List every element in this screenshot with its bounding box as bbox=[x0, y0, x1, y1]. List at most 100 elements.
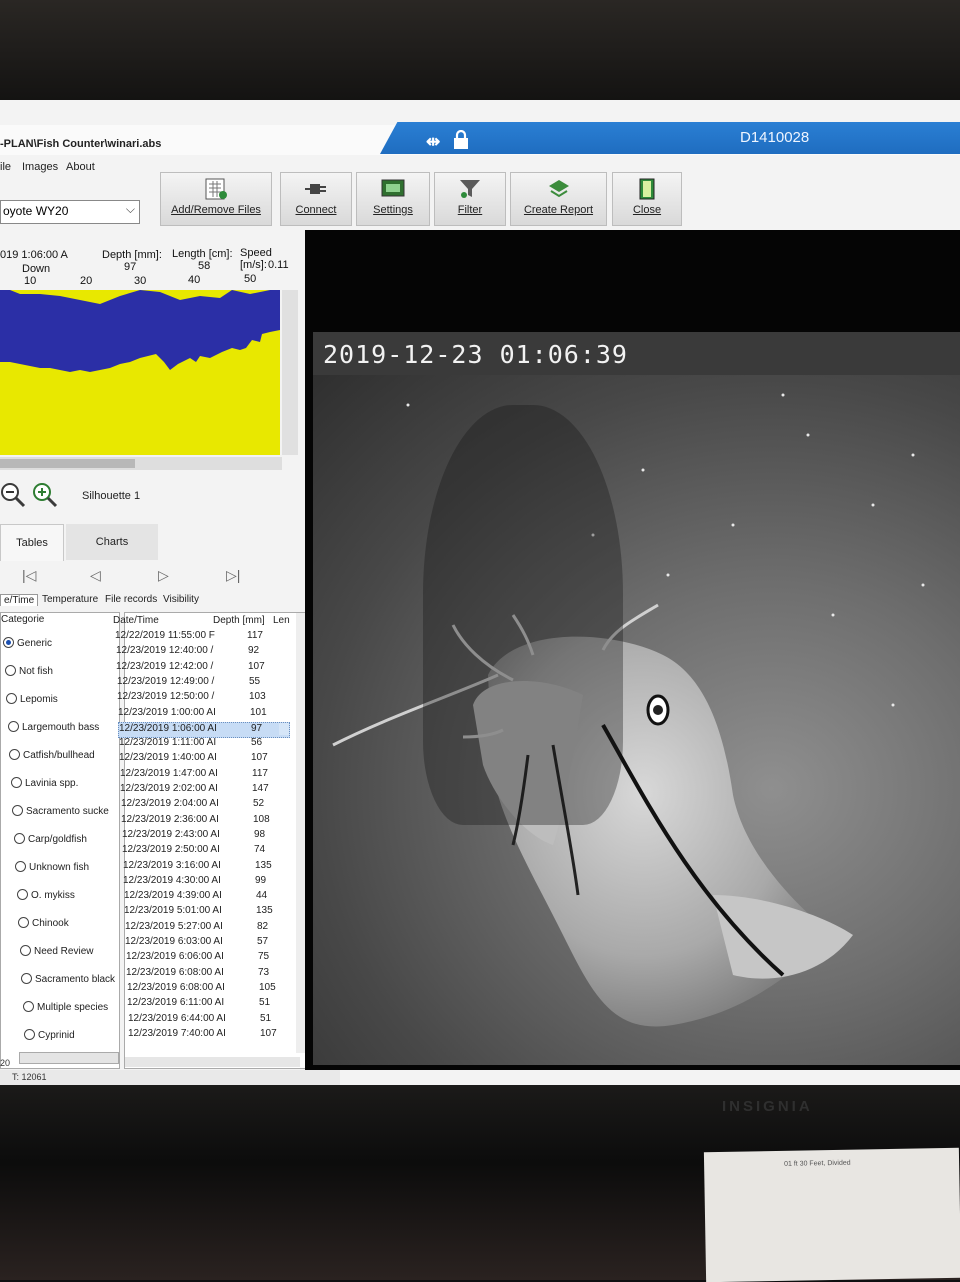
table-row[interactable]: 12/23/2019 12:50:00 / 103 bbox=[117, 691, 287, 705]
subtab-visibility[interactable]: Visibility bbox=[163, 594, 199, 605]
category-item[interactable]: Generic bbox=[3, 637, 52, 649]
radio-button[interactable] bbox=[5, 665, 16, 676]
silhouette-label: Silhouette 1 bbox=[82, 490, 141, 502]
table-row[interactable]: 12/23/2019 12:40:00 / 92 bbox=[116, 645, 286, 659]
echo-depth-label: Depth [mm]: bbox=[102, 249, 162, 261]
table-row[interactable]: 12/23/2019 2:02:00 AI 147 bbox=[120, 783, 290, 797]
radio-button[interactable] bbox=[14, 833, 25, 844]
col-header-length[interactable]: Len bbox=[273, 615, 290, 626]
radio-button[interactable] bbox=[18, 917, 29, 928]
category-item[interactable]: Need Review bbox=[20, 945, 93, 957]
settings-button[interactable]: Settings bbox=[356, 172, 430, 226]
create-report-button[interactable]: Create Report bbox=[510, 172, 607, 226]
table-row[interactable]: 12/23/2019 6:44:00 AI 51 bbox=[128, 1013, 298, 1027]
last-record-icon[interactable]: ▷| bbox=[226, 567, 240, 584]
category-item[interactable]: Sacramento black bbox=[21, 973, 115, 985]
category-item[interactable]: Chinook bbox=[18, 917, 69, 929]
echogram-scrollbar-vertical[interactable] bbox=[282, 290, 298, 455]
menu-file[interactable]: ile bbox=[0, 161, 11, 173]
site-select[interactable]: oyote WY20 ⌵ bbox=[0, 200, 140, 224]
radio-button[interactable] bbox=[6, 693, 17, 704]
radio-button[interactable] bbox=[21, 973, 32, 984]
echo-time: 019 1:06:00 A bbox=[0, 249, 68, 261]
connect-button[interactable]: Connect bbox=[280, 172, 352, 226]
radio-button[interactable] bbox=[11, 777, 22, 788]
category-item[interactable]: Lepomis bbox=[6, 693, 58, 705]
category-scrollbar[interactable] bbox=[19, 1052, 119, 1064]
radio-button[interactable] bbox=[15, 861, 26, 872]
table-row[interactable]: 12/23/2019 2:50:00 AI 74 bbox=[122, 844, 292, 858]
table-row[interactable]: 12/23/2019 6:08:00 AI 105 bbox=[127, 982, 297, 996]
table-row[interactable]: 12/23/2019 2:36:00 AI 108 bbox=[121, 814, 291, 828]
category-item[interactable]: O. mykiss bbox=[17, 889, 75, 901]
table-row[interactable]: 12/23/2019 1:00:00 AI 101 bbox=[118, 707, 288, 721]
col-header-datetime[interactable]: Date/Time bbox=[113, 615, 159, 626]
pin-icon[interactable]: ⇹ bbox=[426, 132, 440, 152]
subtab-datetime[interactable]: e/Time bbox=[0, 594, 39, 606]
category-item[interactable]: Unknown fish bbox=[15, 861, 89, 873]
close-button[interactable]: Close bbox=[612, 172, 682, 226]
tab-tables[interactable]: Tables bbox=[0, 524, 64, 561]
table-row[interactable]: 12/23/2019 6:11:00 AI 51 bbox=[127, 997, 297, 1011]
table-row[interactable]: 12/23/2019 7:40:00 AI 107 bbox=[128, 1028, 298, 1042]
category-item[interactable]: Sacramento sucke bbox=[12, 805, 109, 817]
category-header: Categorie bbox=[1, 614, 45, 625]
cell-depth: 117 bbox=[247, 630, 263, 641]
lock-icon[interactable] bbox=[452, 129, 470, 155]
echogram[interactable] bbox=[0, 290, 280, 455]
table-row[interactable]: 12/23/2019 12:49:00 / 55 bbox=[117, 676, 287, 690]
table-row[interactable]: 12/23/2019 5:27:00 AI 82 bbox=[125, 921, 295, 935]
radio-button[interactable] bbox=[17, 889, 28, 900]
category-item[interactable]: Not fish bbox=[5, 665, 53, 677]
radio-button[interactable] bbox=[8, 721, 19, 732]
table-row[interactable]: 12/23/2019 12:42:00 / 107 bbox=[116, 661, 286, 675]
table-row[interactable]: 12/23/2019 2:43:00 AI 98 bbox=[122, 829, 292, 843]
tab-charts[interactable]: Charts bbox=[66, 524, 158, 560]
menu-about[interactable]: About bbox=[66, 161, 95, 173]
table-row[interactable]: 12/23/2019 6:08:00 AI 73 bbox=[126, 967, 296, 981]
table-row[interactable]: 12/23/2019 4:30:00 AI 99 bbox=[123, 875, 293, 889]
zoom-out-icon[interactable] bbox=[0, 482, 26, 508]
category-item[interactable]: Catfish/bullhead bbox=[9, 749, 95, 761]
records-scrollbar-horizontal[interactable] bbox=[125, 1057, 300, 1067]
category-item[interactable]: Multiple species bbox=[23, 1001, 108, 1013]
radio-button[interactable] bbox=[3, 637, 14, 648]
video-panel[interactable]: 2019-12-23 01:06:39 bbox=[305, 230, 960, 1070]
first-record-icon[interactable]: |◁ bbox=[22, 567, 36, 584]
category-item[interactable]: Carp/goldfish bbox=[14, 833, 87, 845]
radio-button[interactable] bbox=[12, 805, 23, 816]
radio-button[interactable] bbox=[20, 945, 31, 956]
next-record-icon[interactable]: ▷ bbox=[158, 567, 169, 584]
category-item[interactable]: Cyprinid bbox=[24, 1029, 75, 1041]
add-remove-files-button[interactable]: Add/Remove Files bbox=[160, 172, 272, 226]
table-row[interactable]: 12/23/2019 1:47:00 AI 117 bbox=[120, 768, 290, 782]
subtab-temperature[interactable]: Temperature bbox=[42, 594, 98, 605]
table-row[interactable]: 12/22/2019 11:55:00 F 117 bbox=[115, 630, 285, 644]
table-row[interactable]: 12/23/2019 3:16:00 AI 135 bbox=[123, 860, 293, 874]
radio-button[interactable] bbox=[23, 1001, 34, 1012]
filter-button[interactable]: Filter bbox=[434, 172, 506, 226]
category-item[interactable]: Largemouth bass bbox=[8, 721, 99, 733]
echogram-scrollbar-horizontal[interactable] bbox=[0, 457, 282, 470]
table-row[interactable]: 12/23/2019 6:06:00 AI 75 bbox=[126, 951, 296, 965]
zoom-in-icon[interactable] bbox=[32, 482, 58, 508]
table-row[interactable]: 12/23/2019 1:06:00 AI 97 bbox=[118, 721, 290, 738]
table-row[interactable]: 12/23/2019 1:40:00 AI 107 bbox=[119, 752, 289, 766]
category-label: Sacramento sucke bbox=[26, 806, 109, 817]
radio-button[interactable] bbox=[24, 1029, 35, 1040]
table-row[interactable]: 12/23/2019 5:01:00 AI 135 bbox=[124, 905, 294, 919]
cell-depth: 99 bbox=[255, 874, 267, 886]
prev-record-icon[interactable]: ◁ bbox=[90, 567, 101, 584]
category-label: Not fish bbox=[19, 666, 53, 677]
table-row[interactable]: 12/23/2019 4:39:00 AI 44 bbox=[124, 890, 294, 904]
category-item[interactable]: Lavinia spp. bbox=[11, 777, 78, 789]
subtab-file-records[interactable]: File records bbox=[105, 594, 157, 605]
scroll-thumb[interactable] bbox=[0, 459, 135, 468]
radio-button[interactable] bbox=[9, 749, 20, 760]
col-header-depth[interactable]: Depth [mm] bbox=[213, 615, 265, 626]
table-row[interactable]: 12/23/2019 2:04:00 AI 52 bbox=[121, 798, 291, 812]
table-row[interactable]: 12/23/2019 1:11:00 AI 56 bbox=[119, 737, 289, 751]
cell-datetime: 12/23/2019 6:44:00 AI bbox=[128, 1012, 226, 1024]
table-row[interactable]: 12/23/2019 6:03:00 AI 57 bbox=[125, 936, 295, 950]
menu-images[interactable]: Images bbox=[22, 161, 58, 173]
